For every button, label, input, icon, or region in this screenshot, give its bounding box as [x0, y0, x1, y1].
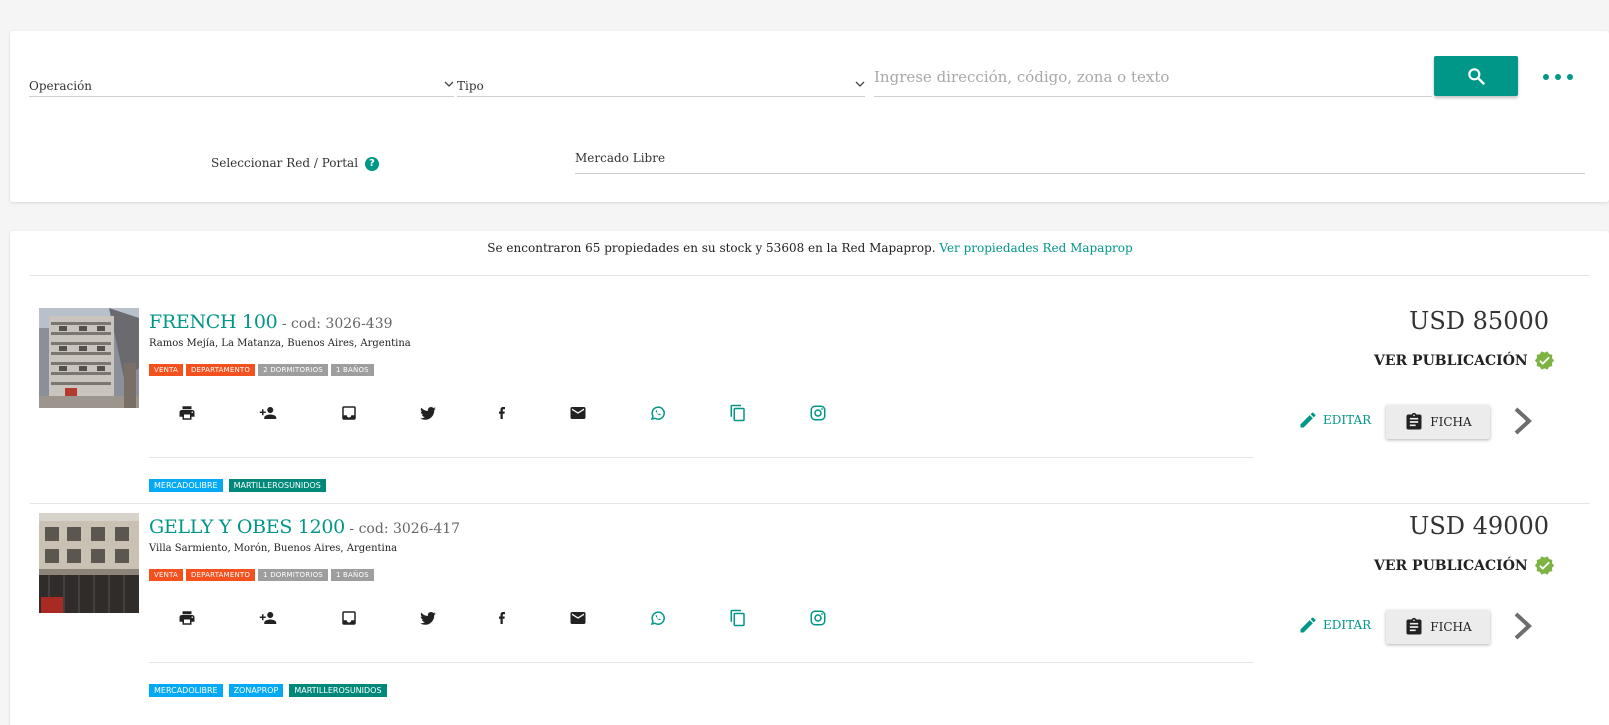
red-portal-label: Seleccionar Red / Portal ?	[211, 156, 379, 171]
instagram-icon[interactable]	[809, 404, 827, 422]
operacion-label: Operación	[29, 79, 93, 93]
facebook-icon[interactable]	[493, 404, 511, 422]
portal-tags: MERCADOLIBRE ZONAPROP MARTILLEROSUNIDOS	[149, 684, 387, 697]
pencil-icon	[1300, 617, 1316, 633]
print-icon[interactable]	[178, 609, 196, 627]
edit-label: EDITAR	[1323, 618, 1372, 632]
more-icon-dot	[1543, 74, 1549, 80]
edit-button[interactable]: EDITAR	[1298, 410, 1371, 430]
person-add-icon[interactable]	[259, 609, 277, 627]
person-add-icon[interactable]	[259, 404, 277, 422]
divider	[149, 662, 1254, 663]
clipboard-icon	[1406, 617, 1422, 635]
ficha-label: FICHA	[1430, 620, 1472, 634]
portal-select[interactable]: Mercado Libre	[575, 149, 1585, 174]
ver-publicacion-label: VER PUBLICACIÓN	[1374, 557, 1528, 574]
results-summary-text: Se encontraron 65 propiedades en su stoc…	[487, 241, 936, 255]
red-mapaprop-link[interactable]: Ver propiedades Red Mapaprop	[939, 241, 1132, 255]
results-panel: Se encontraron 65 propiedades en su stoc…	[10, 231, 1609, 725]
operacion-select[interactable]: Operación	[29, 69, 454, 97]
twitter-icon[interactable]	[419, 609, 437, 627]
tag-bedrooms: 1 DORMITORIOS	[258, 569, 328, 581]
edit-button[interactable]: EDITAR	[1298, 615, 1371, 635]
verified-icon	[1534, 351, 1554, 370]
listing-title-line: GELLY Y OBES 1200 - cod: 3026-417	[149, 516, 460, 538]
tag-type: DEPARTAMENTO	[185, 364, 256, 376]
portal-tag-mercadolibre: MERCADOLIBRE	[149, 684, 223, 697]
portal-tag-zonaprop: ZONAPROP	[228, 684, 284, 697]
more-options-button[interactable]	[1543, 67, 1573, 87]
tag-bathrooms: 1 BAÑOS	[330, 569, 374, 581]
ver-publicacion-label: VER PUBLICACIÓN	[1374, 352, 1528, 369]
listing-address: Ramos Mejía, La Matanza, Buenos Aires, A…	[149, 338, 411, 349]
more-icon-dot	[1567, 74, 1573, 80]
mail-icon[interactable]	[569, 609, 587, 627]
listing-tags: VENTA DEPARTAMENTO 2 DORMITORIOS 1 BAÑOS	[149, 364, 374, 376]
red-portal-label-text: Seleccionar Red / Portal	[211, 156, 359, 170]
listing-tags: VENTA DEPARTAMENTO 1 DORMITORIOS 1 BAÑOS	[149, 569, 374, 581]
pencil-icon	[1300, 412, 1316, 428]
portal-tag-mercadolibre: MERCADOLIBRE	[149, 479, 223, 492]
ficha-button[interactable]: FICHA	[1386, 405, 1490, 439]
more-icon-dot	[1555, 74, 1561, 80]
listing-code: - cod: 3026-439	[277, 316, 393, 332]
search-icon	[1468, 68, 1485, 85]
tag-type: DEPARTAMENTO	[185, 569, 256, 581]
clipboard-icon	[1406, 412, 1422, 430]
listing-code: - cod: 3026-417	[344, 521, 461, 537]
listing-price: USD 49000	[1409, 512, 1549, 540]
verified-icon	[1534, 556, 1554, 575]
portal-tags: MERCADOLIBRE MARTILLEROSUNIDOS	[149, 479, 326, 492]
property-photo[interactable]	[39, 308, 139, 408]
tag-bedrooms: 2 DORMITORIOS	[258, 364, 328, 376]
chevron-right-icon[interactable]	[1511, 406, 1535, 436]
mail-icon[interactable]	[569, 404, 587, 422]
facebook-icon[interactable]	[493, 609, 511, 627]
listing-title[interactable]: GELLY Y OBES 1200	[149, 516, 345, 538]
twitter-icon[interactable]	[419, 404, 437, 422]
copy-icon[interactable]	[729, 609, 747, 627]
chevron-down-icon	[444, 81, 454, 87]
search-panel: Operación Tipo Seleccionar Red / Portal …	[10, 31, 1609, 202]
listing-address: Villa Sarmiento, Morón, Buenos Aires, Ar…	[149, 543, 398, 554]
property-photo[interactable]	[39, 513, 139, 613]
ficha-button[interactable]: FICHA	[1386, 610, 1490, 644]
instagram-icon[interactable]	[809, 609, 827, 627]
listing-item: FRENCH 100 - cod: 3026-439 Ramos Mejía, …	[30, 307, 1590, 512]
portal-tag-martillerosunidos: MARTILLEROSUNIDOS	[228, 479, 326, 492]
listing-title[interactable]: FRENCH 100	[149, 311, 278, 333]
print-icon[interactable]	[178, 404, 196, 422]
chevron-down-icon	[855, 81, 865, 87]
search-button[interactable]	[1434, 56, 1518, 96]
ver-publicacion-link[interactable]: VER PUBLICACIÓN	[1374, 350, 1555, 371]
tag-operation: VENTA	[149, 364, 183, 376]
listing-item: GELLY Y OBES 1200 - cod: 3026-417 Villa …	[30, 512, 1590, 717]
ficha-label: FICHA	[1430, 415, 1472, 429]
inbox-icon[interactable]	[340, 404, 358, 422]
tipo-label: Tipo	[457, 79, 484, 93]
edit-label: EDITAR	[1323, 413, 1372, 427]
whatsapp-icon[interactable]	[649, 609, 667, 627]
help-icon[interactable]: ?	[364, 156, 379, 171]
ver-publicacion-link[interactable]: VER PUBLICACIÓN	[1374, 555, 1555, 576]
portal-value: Mercado Libre	[575, 151, 666, 165]
tipo-select[interactable]: Tipo	[457, 69, 865, 97]
results-summary: Se encontraron 65 propiedades en su stoc…	[30, 241, 1590, 276]
share-actions	[149, 404, 849, 424]
search-input[interactable]	[874, 61, 1432, 93]
divider	[149, 457, 1254, 458]
divider	[30, 503, 1590, 504]
whatsapp-icon[interactable]	[649, 404, 667, 422]
search-field	[874, 61, 1432, 97]
listing-price: USD 85000	[1409, 307, 1549, 335]
copy-icon[interactable]	[729, 404, 747, 422]
tag-operation: VENTA	[149, 569, 183, 581]
share-actions	[149, 609, 849, 629]
tag-bathrooms: 1 BAÑOS	[330, 364, 374, 376]
inbox-icon[interactable]	[340, 609, 358, 627]
portal-tag-martillerosunidos: MARTILLEROSUNIDOS	[289, 684, 387, 697]
chevron-right-icon[interactable]	[1511, 611, 1535, 641]
listing-title-line: FRENCH 100 - cod: 3026-439	[149, 311, 393, 333]
